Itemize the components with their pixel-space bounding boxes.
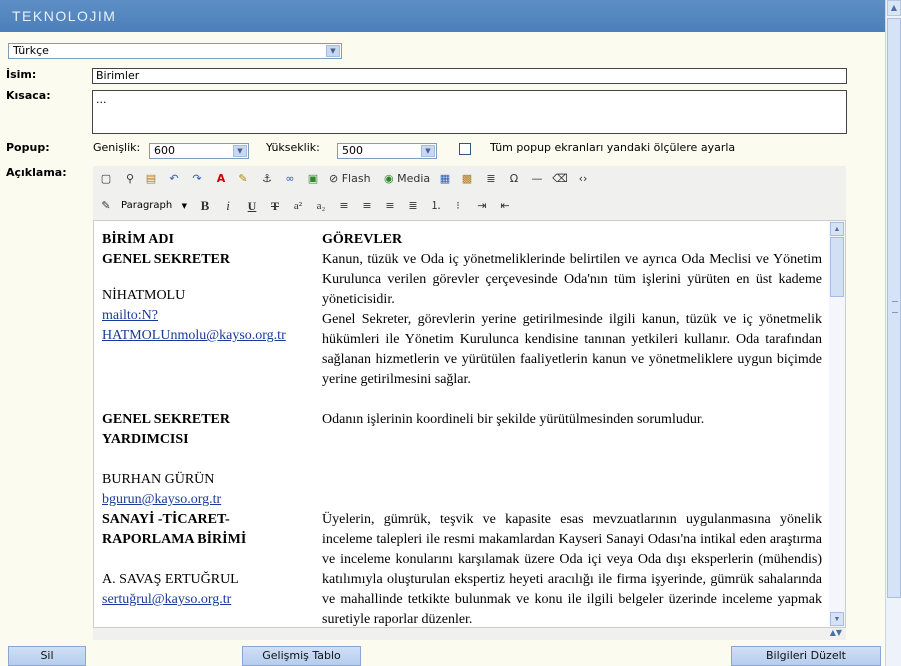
- new-document-icon[interactable]: ▢: [98, 171, 114, 187]
- email-link[interactable]: mailto:N?: [102, 306, 312, 326]
- language-selected-value: Türkçe: [13, 44, 49, 57]
- outdent-icon[interactable]: ⇤: [497, 198, 513, 214]
- styles-icon[interactable]: ✎: [98, 198, 114, 214]
- page-break-icon[interactable]: ≣: [483, 171, 499, 187]
- flash-button[interactable]: ⊘ Flash: [329, 171, 371, 187]
- align-center-icon[interactable]: ≡: [359, 198, 375, 214]
- italic-icon[interactable]: i: [220, 198, 236, 214]
- text-color-icon[interactable]: A: [213, 171, 229, 187]
- subscript-icon[interactable]: a₂: [313, 198, 329, 214]
- unit-name: GENEL SEKRETER: [102, 412, 230, 427]
- superscript-icon[interactable]: a²: [290, 198, 306, 214]
- email-link[interactable]: sertuğrul@kayso.org.tr: [102, 590, 312, 610]
- short-label: Kısaca:: [6, 89, 51, 102]
- anchor-icon[interactable]: ⚓: [259, 171, 275, 187]
- short-textarea[interactable]: ...: [92, 90, 847, 134]
- find-icon[interactable]: ⚲: [122, 171, 138, 187]
- header-duties: GÖREVLER: [322, 232, 403, 247]
- scroll-down-icon[interactable]: ▼: [830, 612, 844, 626]
- width-select[interactable]: 600 ▼: [149, 143, 249, 159]
- remove-format-icon[interactable]: ⌫: [552, 171, 568, 187]
- advanced-table-button[interactable]: Gelişmiş Tablo: [242, 646, 361, 666]
- table-edit-icon[interactable]: ▩: [459, 171, 475, 187]
- editor-statusbar: ▲▼: [93, 628, 846, 640]
- height-label: Yükseklik:: [266, 141, 320, 154]
- table-icon[interactable]: ▦: [437, 171, 453, 187]
- unit-name: YARDIMCISI: [102, 432, 189, 447]
- all-popups-label: Tüm popup ekranları yandaki ölçülere aya…: [490, 141, 736, 154]
- format-select[interactable]: Paragraph ▼: [117, 199, 189, 215]
- bullet-list-icon[interactable]: ⁝: [450, 198, 466, 214]
- scrollbar-thumb[interactable]: [887, 18, 901, 598]
- align-right-icon[interactable]: ≡: [382, 198, 398, 214]
- editor-toolbar-row-1: ▢ ⚲ ▤ ↶ ↷ A ✎ ⚓ ∞ ▣ ⊘ Flash ◉ Media ▦ ▩ …: [93, 166, 846, 192]
- highlight-icon[interactable]: ✎: [235, 171, 251, 187]
- rich-text-editor[interactable]: BİRİM ADI GÖREVLER GENEL SEKRETER NİHATM…: [93, 220, 846, 628]
- person-name: A. SAVAŞ ERTUĞRUL: [102, 572, 239, 587]
- unit-name: SANAYİ -TİCARET-: [102, 512, 230, 527]
- link-icon[interactable]: ∞: [282, 171, 298, 187]
- scrollbar-thumb[interactable]: [830, 237, 844, 297]
- resize-icon[interactable]: ▲▼: [830, 628, 842, 637]
- chevron-down-icon[interactable]: ▼: [326, 45, 340, 57]
- app-header: TEKNOLOJIM: [0, 0, 885, 32]
- strikethrough-icon[interactable]: T: [267, 198, 283, 214]
- scroll-up-icon[interactable]: ▲: [887, 0, 901, 16]
- indent-icon[interactable]: ⇥: [474, 198, 490, 214]
- flash-icon: ⊘: [329, 172, 339, 185]
- align-justify-icon[interactable]: ≣: [405, 198, 421, 214]
- media-icon: ◉: [384, 172, 394, 185]
- duties-text: Odanın işlerinin koordineli bir şekilde …: [322, 412, 705, 427]
- duties-text: Üyelerin, gümrük, teşvik ve kapasite esa…: [322, 512, 822, 627]
- format-selected-value: Paragraph: [121, 200, 173, 211]
- undo-icon[interactable]: ↶: [166, 171, 182, 187]
- all-popups-checkbox[interactable]: [459, 143, 471, 155]
- person-name: NİHATMOLU: [102, 288, 186, 303]
- email-link[interactable]: HATMOLUnmolu@kayso.org.tr: [102, 326, 312, 346]
- language-select[interactable]: Türkçe ▼: [8, 43, 342, 59]
- popup-label: Popup:: [6, 141, 50, 154]
- height-selected-value: 500: [342, 144, 363, 157]
- delete-button[interactable]: Sil: [8, 646, 86, 666]
- person-name: BURHAN GÜRÜN: [102, 472, 215, 487]
- media-button[interactable]: ◉ Media: [384, 171, 432, 187]
- numbered-list-icon[interactable]: ⒈: [428, 198, 444, 214]
- image-icon[interactable]: ▣: [305, 171, 321, 187]
- height-select[interactable]: 500 ▼: [337, 143, 437, 159]
- duties-text: Kanun, tüzük ve Oda iç yönetmeliklerinde…: [322, 252, 822, 307]
- unit-name: RAPORLAMA BİRİMİ: [102, 532, 247, 547]
- header-unit: BİRİM ADI: [102, 232, 174, 247]
- chevron-down-icon[interactable]: ▼: [233, 145, 247, 157]
- width-label: Genişlik:: [93, 141, 141, 154]
- page-scrollbar[interactable]: ▲: [885, 0, 901, 666]
- chevron-down-icon[interactable]: ▼: [421, 145, 435, 157]
- edit-info-button[interactable]: Bilgileri Düzelt: [731, 646, 881, 666]
- editor-scrollbar[interactable]: ▲ ▼: [829, 221, 845, 627]
- paste-icon[interactable]: ▤: [143, 171, 159, 187]
- media-label: Media: [397, 172, 431, 185]
- flash-label: Flash: [341, 172, 371, 185]
- source-code-icon[interactable]: ‹›: [575, 171, 591, 187]
- unit-name: GENEL SEKRETER: [102, 252, 230, 267]
- horizontal-rule-icon[interactable]: —: [529, 171, 545, 187]
- scroll-up-icon[interactable]: ▲: [830, 222, 844, 236]
- editor-toolbar-row-2: ✎ Paragraph ▼ B i U T a² a₂ ≡ ≡ ≡ ≣ ⒈ ⁝ …: [93, 192, 846, 220]
- name-label: İsim:: [6, 68, 37, 81]
- bold-icon[interactable]: B: [197, 198, 213, 214]
- underline-icon[interactable]: U: [244, 198, 260, 214]
- redo-icon[interactable]: ↷: [189, 171, 205, 187]
- align-left-icon[interactable]: ≡: [336, 198, 352, 214]
- special-char-icon[interactable]: Ω: [506, 171, 522, 187]
- app-logo: TEKNOLOJIM: [12, 8, 117, 24]
- name-input[interactable]: Birimler: [92, 68, 847, 84]
- duties-text: Genel Sekreter, görevlerin yerine getiri…: [322, 312, 822, 387]
- chevron-down-icon[interactable]: ▼: [182, 199, 187, 213]
- width-selected-value: 600: [154, 144, 175, 157]
- description-label: Açıklama:: [6, 166, 67, 179]
- email-link[interactable]: bgurun@kayso.org.tr: [102, 490, 312, 510]
